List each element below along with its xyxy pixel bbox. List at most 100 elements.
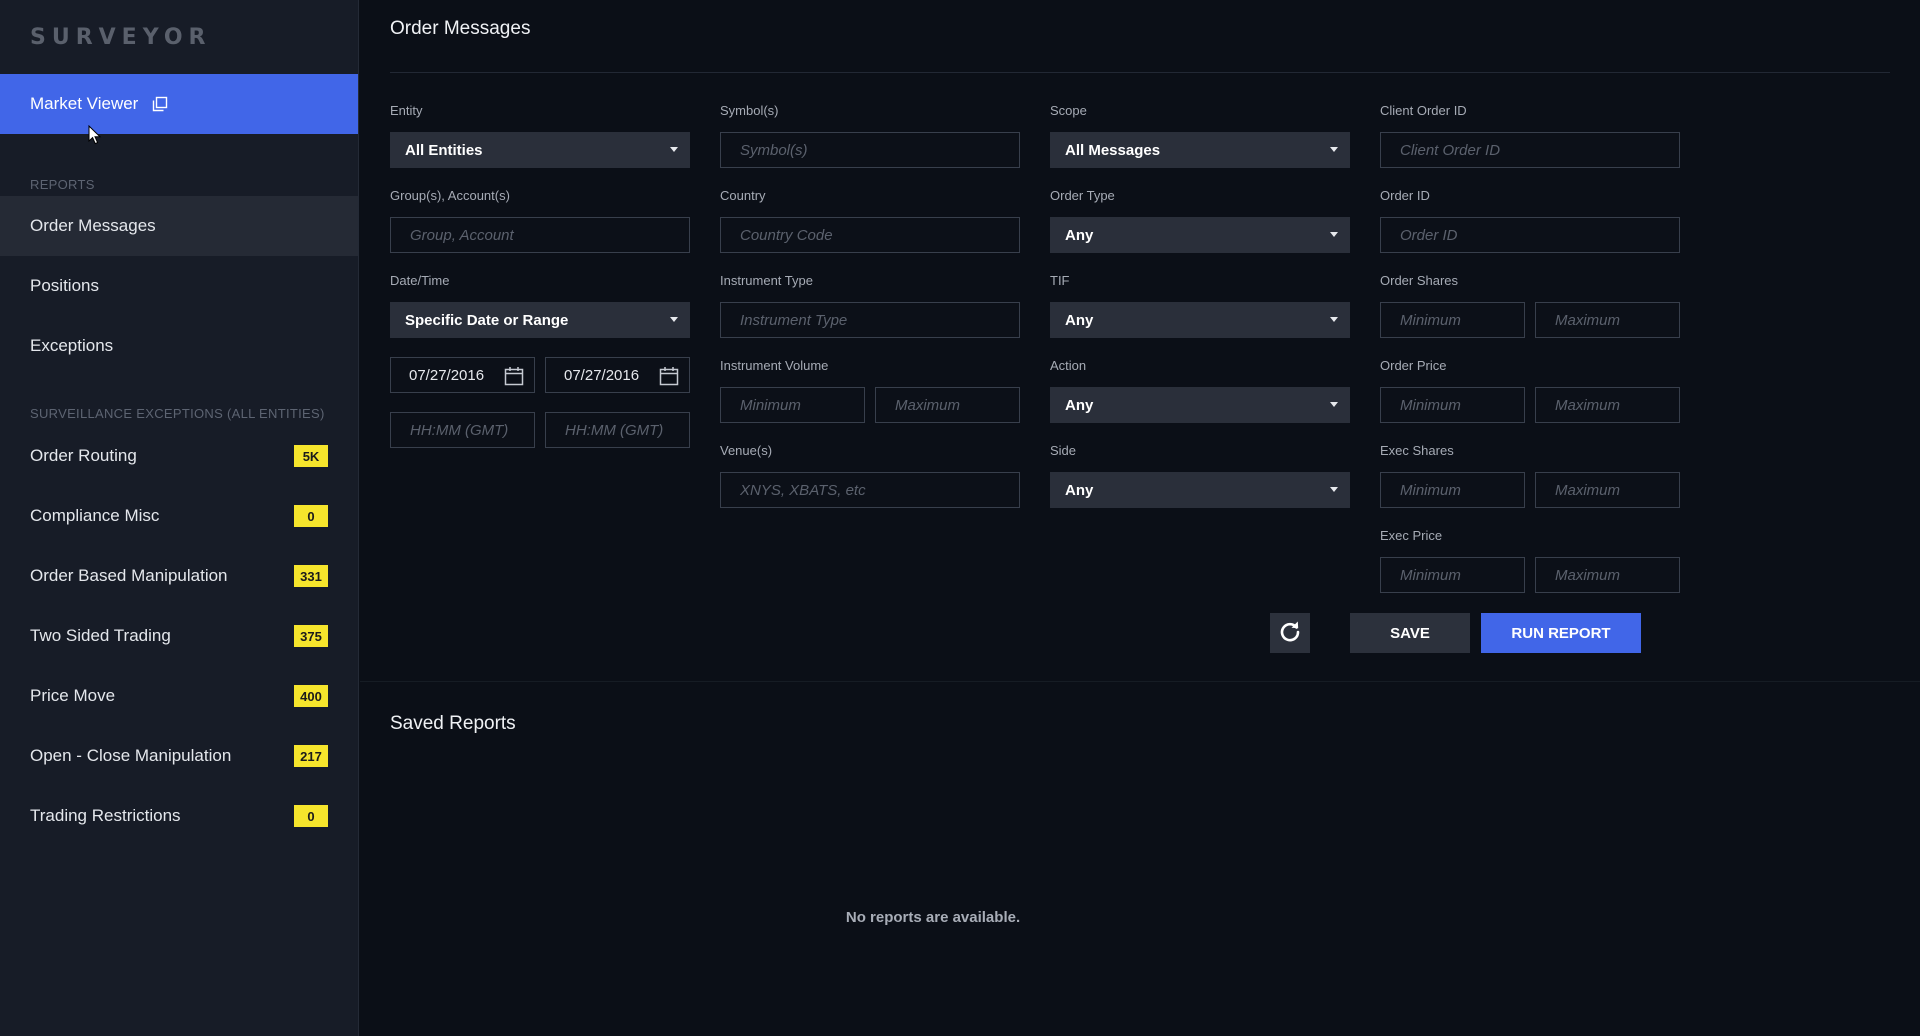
exec-shares-min-input[interactable]: [1380, 472, 1525, 508]
order-id-label: Order ID: [1380, 188, 1430, 203]
symbols-label: Symbol(s): [720, 103, 779, 118]
order-type-select[interactable]: Any: [1050, 217, 1350, 253]
date-from-field[interactable]: 07/27/2016: [390, 357, 535, 393]
datetime-label: Date/Time: [390, 273, 450, 288]
sidebar-item-label: Order Based Manipulation: [30, 566, 228, 585]
tif-label: TIF: [1050, 273, 1070, 288]
count-badge: 5K: [294, 445, 328, 467]
action-select-value: Any: [1065, 396, 1094, 414]
exec-price-min-input[interactable]: [1380, 557, 1525, 593]
group-account-input[interactable]: [390, 217, 690, 253]
sidebar-item-compliance-misc[interactable]: Compliance Misc 0: [0, 486, 358, 546]
action-label: Action: [1050, 358, 1087, 373]
tif-select-value: Any: [1065, 311, 1094, 329]
order-price-min-input[interactable]: [1380, 387, 1525, 423]
count-badge: 400: [294, 685, 328, 707]
date-to-field[interactable]: 07/27/2016: [545, 357, 690, 393]
instrument-type-label: Instrument Type: [720, 273, 813, 288]
sidebar-item-label: Order Routing: [30, 446, 137, 465]
empty-state-message: No reports are available.: [845, 909, 1021, 926]
sidebar-item-positions[interactable]: Positions: [0, 256, 358, 316]
order-type-select-value: Any: [1065, 226, 1094, 244]
exec-shares-label: Exec Shares: [1380, 443, 1454, 458]
surveillance-heading: SURVEILLANCE EXCEPTIONS (All Entities): [30, 405, 325, 421]
run-report-button[interactable]: RUN REPORT: [1481, 613, 1641, 653]
instrument-volume-min-input[interactable]: [720, 387, 865, 423]
time-from-input[interactable]: [390, 412, 535, 448]
main-panel: Order Messages Entity All Entities Group…: [360, 0, 1920, 1036]
refresh-icon: [1278, 619, 1302, 648]
brand-logo: SURVEYOR: [30, 24, 212, 50]
exec-price-max-input[interactable]: [1535, 557, 1680, 593]
calendar-icon[interactable]: [504, 366, 524, 390]
sidebar-item-label: Positions: [30, 276, 99, 295]
sidebar-item-open-close-manipulation[interactable]: Open - Close Manipulation 217: [0, 726, 358, 786]
popout-window-icon[interactable]: [152, 96, 168, 112]
order-shares-min-input[interactable]: [1380, 302, 1525, 338]
market-viewer-label: Market Viewer: [30, 94, 139, 113]
tif-select[interactable]: Any: [1050, 302, 1350, 338]
side-select[interactable]: Any: [1050, 472, 1350, 508]
count-badge: 331: [294, 565, 328, 587]
sidebar-item-order-routing[interactable]: Order Routing 5K: [0, 426, 358, 486]
scope-select[interactable]: All Messages: [1050, 132, 1350, 168]
divider: [390, 72, 1890, 73]
order-shares-label: Order Shares: [1380, 273, 1459, 288]
sidebar-item-order-messages[interactable]: Order Messages: [0, 196, 358, 256]
caret-down-icon: [1330, 487, 1338, 492]
caret-down-icon: [670, 317, 678, 322]
sidebar-item-order-based-manipulation[interactable]: Order Based Manipulation 331: [0, 546, 358, 606]
divider: [360, 681, 1920, 682]
mouse-cursor-icon: [88, 124, 102, 150]
count-badge: 0: [294, 805, 328, 827]
symbols-input[interactable]: [720, 132, 1020, 168]
scope-label: Scope: [1050, 103, 1087, 118]
count-badge: 217: [294, 745, 328, 767]
sidebar-item-label: Order Messages: [30, 216, 156, 235]
order-id-input[interactable]: [1380, 217, 1680, 253]
country-input[interactable]: [720, 217, 1020, 253]
sidebar-item-price-move[interactable]: Price Move 400: [0, 666, 358, 726]
datetime-select-value: Specific Date or Range: [405, 311, 569, 329]
client-order-id-label: Client Order ID: [1380, 103, 1467, 118]
datetime-select[interactable]: Specific Date or Range: [390, 302, 690, 338]
order-shares-max-input[interactable]: [1535, 302, 1680, 338]
sidebar-item-trading-restrictions[interactable]: Trading Restrictions 0: [0, 786, 358, 846]
calendar-icon[interactable]: [659, 366, 679, 390]
order-price-max-input[interactable]: [1535, 387, 1680, 423]
action-select[interactable]: Any: [1050, 387, 1350, 423]
caret-down-icon: [1330, 232, 1338, 237]
venues-input[interactable]: [720, 472, 1020, 508]
market-viewer-button[interactable]: Market Viewer: [0, 74, 358, 145]
count-badge: 375: [294, 625, 328, 647]
country-label: Country: [720, 188, 766, 203]
sidebar-item-label: Trading Restrictions: [30, 806, 181, 825]
groups-label: Group(s), Account(s): [390, 188, 510, 203]
order-price-label: Order Price: [1380, 358, 1447, 373]
caret-down-icon: [670, 147, 678, 152]
save-button[interactable]: SAVE: [1350, 613, 1470, 653]
exec-shares-max-input[interactable]: [1535, 472, 1680, 508]
entity-select[interactable]: All Entities: [390, 132, 690, 168]
sidebar-item-label: Exceptions: [30, 336, 114, 355]
exec-price-label: Exec Price: [1380, 528, 1443, 543]
scope-select-value: All Messages: [1065, 141, 1161, 159]
sidebar-item-label: Open - Close Manipulation: [30, 746, 232, 765]
sidebar-item-label: Two Sided Trading: [30, 626, 171, 645]
entity-label: Entity: [390, 103, 423, 118]
instrument-volume-label: Instrument Volume: [720, 358, 829, 373]
client-order-id-input[interactable]: [1380, 132, 1680, 168]
caret-down-icon: [1330, 402, 1338, 407]
refresh-button[interactable]: [1270, 613, 1310, 653]
time-to-input[interactable]: [545, 412, 690, 448]
instrument-volume-max-input[interactable]: [875, 387, 1020, 423]
side-select-value: Any: [1065, 481, 1094, 499]
page-title: Order Messages: [390, 18, 531, 39]
sidebar-item-two-sided-trading[interactable]: Two Sided Trading 375: [0, 606, 358, 666]
sidebar-item-exceptions[interactable]: Exceptions: [0, 316, 358, 376]
sidebar-item-label: Compliance Misc: [30, 506, 160, 525]
caret-down-icon: [1330, 147, 1338, 152]
sidebar-item-label: Price Move: [30, 686, 116, 705]
date-from-value: 07/27/2016: [409, 366, 485, 384]
instrument-type-input[interactable]: [720, 302, 1020, 338]
